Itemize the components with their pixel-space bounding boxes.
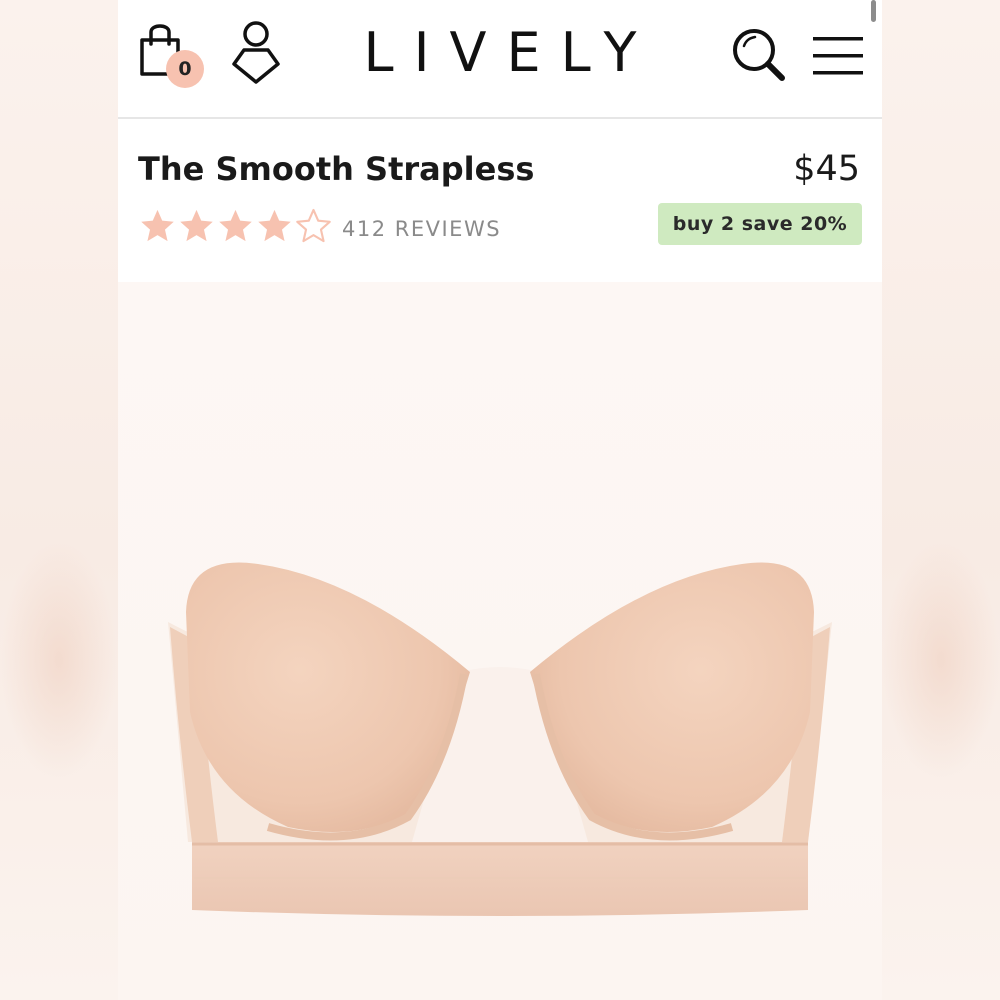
menu-button[interactable] (812, 34, 864, 78)
left-backdrop (0, 0, 118, 1000)
product-image[interactable] (118, 282, 882, 1000)
right-backdrop (882, 0, 1000, 1000)
site-header: 0 LIVELY (118, 0, 882, 119)
search-icon (733, 29, 785, 81)
scrollbar-thumb[interactable] (871, 0, 876, 22)
star-icon-filled (255, 207, 294, 246)
product-price: $45 (793, 149, 860, 189)
star-icon-filled (138, 207, 177, 246)
promo-badge: buy 2 save 20% (658, 203, 862, 245)
product-info: The Smooth Strapless $45 412 REVIEWS buy… (118, 119, 882, 282)
bra-illustration (168, 562, 832, 916)
star-icon-empty (294, 207, 333, 246)
star-rating[interactable] (138, 207, 333, 247)
hamburger-menu-icon (813, 37, 863, 75)
star-icon-filled (177, 207, 216, 246)
star-icon-filled (216, 207, 255, 246)
mobile-page: 0 LIVELY The Smooth Strapless $45 412 RE… (118, 0, 882, 1000)
product-title: The Smooth Strapless (138, 150, 535, 188)
reviews-link[interactable]: 412 REVIEWS (342, 215, 501, 243)
search-button[interactable] (730, 26, 788, 84)
